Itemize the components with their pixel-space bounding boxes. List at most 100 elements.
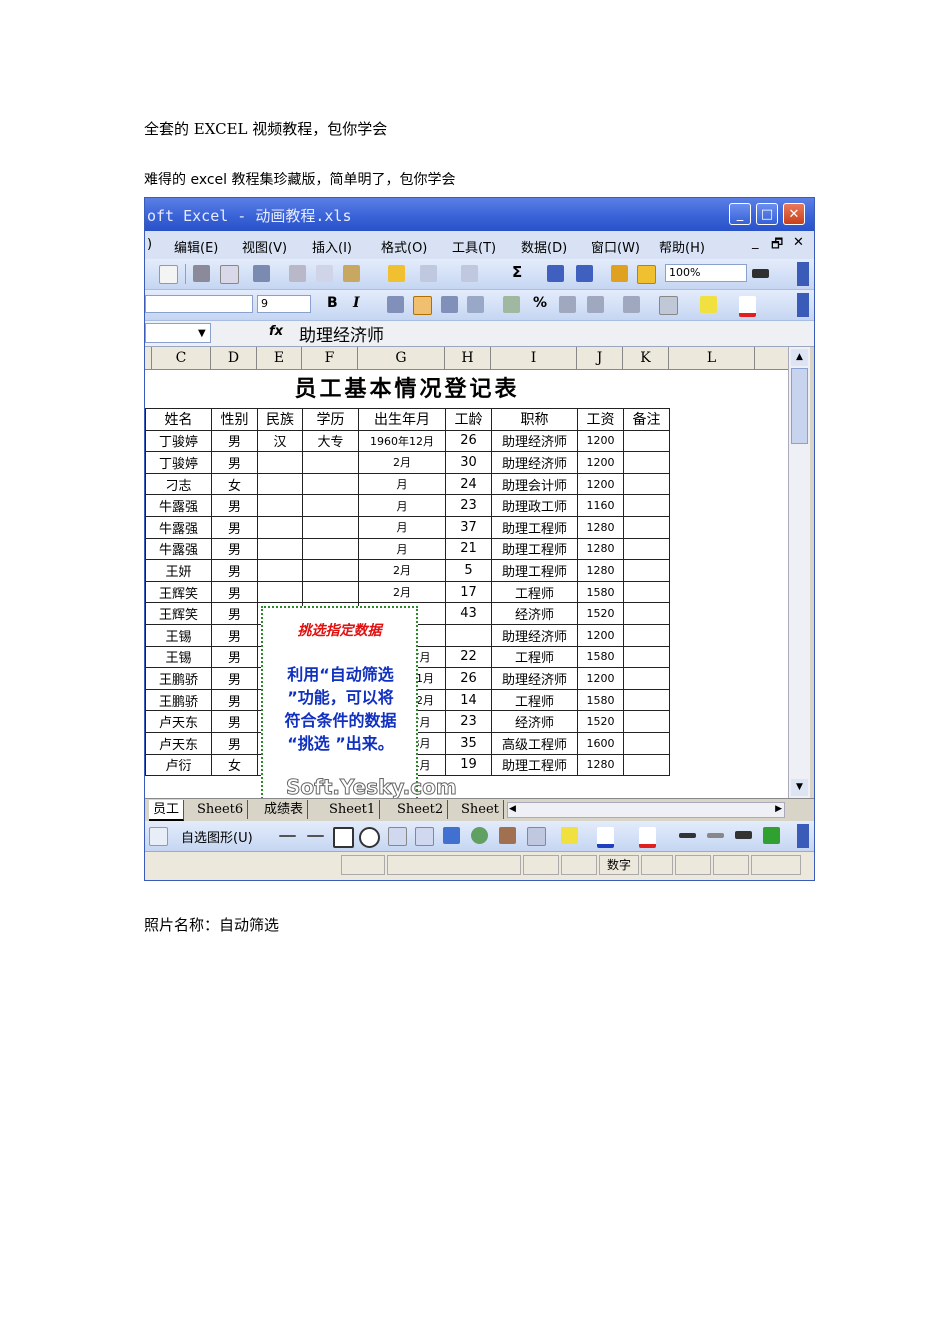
spelling-icon[interactable] — [253, 265, 270, 282]
table-cell[interactable] — [257, 537, 303, 561]
borders-icon[interactable] — [659, 296, 678, 315]
header-cell[interactable]: 职称 — [491, 408, 578, 431]
table-cell[interactable] — [257, 472, 303, 496]
table-cell[interactable]: 17 — [445, 580, 492, 604]
table-cell[interactable]: 22 — [445, 645, 492, 669]
table-cell[interactable]: 助理工程师 — [491, 753, 578, 777]
table-cell[interactable] — [623, 623, 670, 647]
textbox-icon[interactable] — [388, 827, 407, 846]
font-name-select[interactable] — [145, 295, 253, 313]
table-cell[interactable]: 男 — [211, 710, 258, 733]
table-cell[interactable]: 助理会计师 — [491, 472, 578, 496]
column-header-f[interactable]: F — [302, 347, 358, 370]
formula-input[interactable]: 助理经济师 — [299, 321, 384, 346]
table-cell[interactable] — [623, 753, 670, 777]
arrow-style-icon[interactable] — [735, 831, 752, 839]
close-button[interactable]: ✕ — [783, 203, 805, 225]
column-header-g[interactable]: G — [358, 347, 445, 370]
column-header-next[interactable] — [755, 347, 788, 370]
name-box[interactable]: ▼ — [145, 323, 211, 343]
table-cell[interactable]: 女 — [211, 753, 258, 777]
table-cell[interactable]: 助理工程师 — [491, 559, 578, 582]
table-cell[interactable] — [623, 515, 670, 539]
doc-close-button[interactable]: ✕ — [793, 235, 804, 250]
table-cell[interactable] — [302, 472, 359, 496]
table-cell[interactable]: 王辉笑 — [145, 602, 212, 625]
table-cell[interactable]: 卢衍 — [145, 753, 212, 777]
menu-item-tools[interactable]: 工具(T) — [452, 237, 496, 256]
rectangle-icon[interactable] — [333, 827, 354, 848]
table-cell[interactable] — [623, 645, 670, 669]
table-cell[interactable]: 高级工程师 — [491, 731, 578, 755]
header-cell[interactable]: 出生年月 — [358, 408, 446, 431]
table-cell[interactable]: 卢天东 — [145, 731, 212, 755]
sheet-tab-sheet2[interactable]: Sheet2 — [393, 800, 449, 819]
drawing-icon[interactable] — [637, 265, 656, 284]
select-objects-icon[interactable] — [149, 827, 168, 846]
scroll-right-icon[interactable]: ▶ — [775, 804, 782, 814]
table-cell[interactable] — [257, 580, 303, 604]
column-header-e[interactable]: E — [257, 347, 302, 370]
table-cell[interactable]: 1200 — [577, 667, 624, 690]
table-cell[interactable] — [257, 451, 303, 474]
table-cell[interactable]: 1200 — [577, 623, 624, 647]
oval-icon[interactable] — [359, 827, 380, 848]
autosum-icon[interactable]: Σ — [512, 263, 522, 281]
function-icon[interactable]: fx — [269, 324, 283, 339]
scroll-left-icon[interactable]: ◀ — [509, 804, 516, 814]
dash-style-icon[interactable] — [707, 833, 724, 838]
table-cell[interactable]: 经济师 — [491, 602, 578, 625]
table-cell[interactable]: 助理经济师 — [491, 451, 578, 474]
table-cell[interactable]: 1580 — [577, 580, 624, 604]
table-cell[interactable]: 1580 — [577, 645, 624, 669]
font-size-select[interactable]: 9 — [257, 295, 311, 313]
table-cell[interactable]: 月 — [358, 472, 446, 496]
sheet-tab-sheet[interactable]: Sheet — [457, 800, 504, 819]
table-cell[interactable]: 月 — [358, 537, 446, 561]
table-cell[interactable]: 女 — [211, 472, 258, 496]
table-cell[interactable]: 牛露强 — [145, 494, 212, 517]
table-cell[interactable]: 王锡 — [145, 623, 212, 647]
table-cell[interactable]: 1200 — [577, 472, 624, 496]
undo-icon[interactable] — [420, 265, 437, 282]
scroll-thumb[interactable] — [791, 368, 808, 444]
table-cell[interactable]: 1280 — [577, 559, 624, 582]
table-cell[interactable]: 汉 — [257, 429, 303, 453]
autoshapes-menu[interactable]: 自选图形(U) — [181, 827, 253, 846]
header-cell[interactable]: 工龄 — [445, 408, 492, 431]
scroll-down-icon[interactable]: ▼ — [791, 779, 808, 796]
research-icon[interactable] — [752, 269, 769, 278]
table-cell[interactable] — [302, 580, 359, 604]
fill-color-icon[interactable] — [561, 827, 578, 844]
table-cell[interactable] — [257, 559, 303, 582]
print-preview-icon[interactable] — [220, 265, 239, 284]
format-painter-icon[interactable] — [388, 265, 405, 282]
table-cell[interactable]: 43 — [445, 602, 492, 625]
table-cell[interactable]: 月 — [358, 515, 446, 539]
new-icon[interactable] — [159, 265, 178, 284]
menu-item-edit[interactable]: 编辑(E) — [174, 237, 218, 256]
table-cell[interactable]: 14 — [445, 688, 492, 712]
table-cell[interactable]: 经济师 — [491, 710, 578, 733]
table-cell[interactable]: 刁志 — [145, 472, 212, 496]
line-color-icon[interactable] — [597, 827, 614, 848]
wordart-icon[interactable] — [443, 827, 460, 844]
chart-wizard-icon[interactable] — [611, 265, 628, 282]
table-cell[interactable] — [623, 472, 670, 496]
table-cell[interactable] — [623, 580, 670, 604]
table-cell[interactable]: 1200 — [577, 429, 624, 453]
header-cell[interactable]: 学历 — [302, 408, 359, 431]
table-cell[interactable]: 1520 — [577, 710, 624, 733]
header-cell[interactable]: 民族 — [257, 408, 303, 431]
maximize-button[interactable]: □ — [756, 203, 778, 225]
menu-item-help[interactable]: 帮助(H) — [659, 237, 705, 256]
diagram-icon[interactable] — [471, 827, 488, 844]
italic-button[interactable]: I — [353, 295, 360, 311]
font-color-icon[interactable] — [639, 827, 656, 848]
sheet-tab-sheet6[interactable]: Sheet6 — [193, 800, 249, 819]
table-cell[interactable]: 19 — [445, 753, 492, 777]
table-cell[interactable]: 1280 — [577, 753, 624, 777]
table-cell[interactable] — [302, 537, 359, 561]
table-cell[interactable]: 2月 — [358, 559, 446, 582]
table-cell[interactable] — [623, 731, 670, 755]
